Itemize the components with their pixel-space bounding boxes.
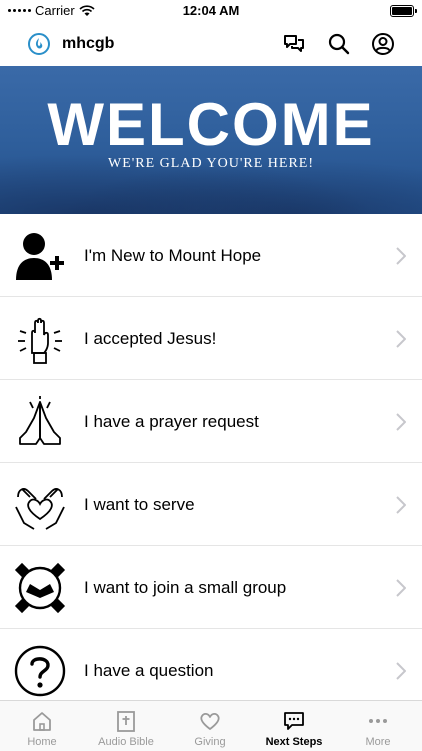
heart-icon xyxy=(200,712,220,730)
group-hands-icon xyxy=(14,562,66,614)
chat-icon[interactable] xyxy=(282,32,306,56)
tab-giving[interactable]: Giving xyxy=(168,701,252,751)
list-item-label: I want to join a small group xyxy=(84,578,287,597)
more-icon xyxy=(369,719,387,723)
banner-title: WELCOME xyxy=(47,91,375,158)
profile-icon[interactable] xyxy=(371,32,395,56)
chevron-right-icon xyxy=(396,330,406,348)
tab-label: Next Steps xyxy=(265,736,323,748)
list-item-label: I have a prayer request xyxy=(84,412,259,431)
list-item-accepted[interactable]: I accepted Jesus! xyxy=(0,297,422,380)
chat-icon xyxy=(284,712,304,730)
list-item-small-group[interactable]: I want to join a small group xyxy=(0,546,422,629)
chevron-right-icon xyxy=(396,662,406,680)
chevron-right-icon xyxy=(396,496,406,514)
tab-home[interactable]: Home xyxy=(0,701,84,751)
app-header: mhcgb xyxy=(0,22,422,66)
tab-label: Giving xyxy=(194,736,226,748)
list-item-label: I want to serve xyxy=(84,495,195,514)
tab-next-steps[interactable]: Next Steps xyxy=(252,701,336,751)
new-person-icon xyxy=(16,233,64,280)
logo-flame-icon xyxy=(35,38,43,49)
list-item-label: I accepted Jesus! xyxy=(84,329,217,348)
raised-hand-icon xyxy=(18,317,62,364)
banner-subtitle: WE'RE GLAD YOU'RE HERE! xyxy=(108,156,314,171)
app-logo[interactable] xyxy=(28,33,50,55)
tab-more[interactable]: More xyxy=(336,701,420,751)
list-item-new[interactable]: I'm New to Mount Hope xyxy=(0,214,422,297)
chevron-right-icon xyxy=(396,579,406,597)
status-bar: Carrier 12:04 AM xyxy=(0,0,422,22)
home-icon xyxy=(33,712,51,731)
question-icon xyxy=(14,645,66,697)
tab-label: Home xyxy=(27,736,57,748)
list-item-label: I have a question xyxy=(84,661,214,680)
tab-label: More xyxy=(365,736,391,748)
battery-icon xyxy=(390,5,417,17)
tab-label: Audio Bible xyxy=(98,736,154,748)
status-time: 12:04 AM xyxy=(182,3,240,18)
chevron-right-icon xyxy=(396,247,406,265)
tab-bar: Home Audio Bible Giving Next Steps More xyxy=(0,700,422,751)
bible-icon xyxy=(117,711,135,732)
app-title: mhcgb xyxy=(62,35,115,52)
list-item-label: I'm New to Mount Hope xyxy=(84,246,262,265)
tab-audio-bible[interactable]: Audio Bible xyxy=(84,701,168,751)
praying-hands-icon xyxy=(19,396,61,445)
next-steps-list: I'm New to Mount Hope I accepted Jesus! xyxy=(0,214,422,712)
search-icon[interactable] xyxy=(327,32,351,56)
heart-hands-icon xyxy=(15,488,65,530)
welcome-banner: WELCOME WE'RE GLAD YOU'RE HERE! xyxy=(0,66,422,214)
chevron-right-icon xyxy=(396,413,406,431)
list-item-prayer[interactable]: I have a prayer request xyxy=(0,380,422,463)
list-item-serve[interactable]: I want to serve xyxy=(0,463,422,546)
